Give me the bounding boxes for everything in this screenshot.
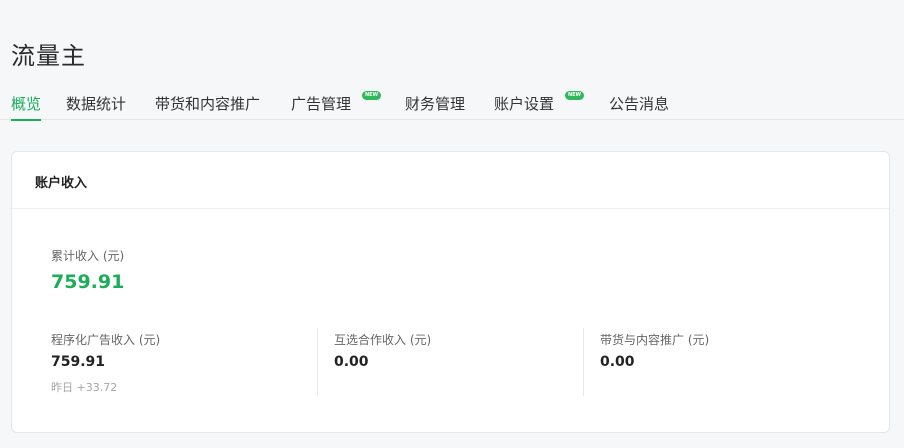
tab-account-settings[interactable]: 账户设置 NEW [494, 91, 584, 120]
tab-label: 公告消息 [609, 95, 670, 113]
tab-label: 广告管理 [291, 95, 352, 113]
card-title: 账户收入 [12, 152, 889, 209]
page: 流量主 概览 数据统计 带货和内容推广 广告管理 NEW 财务管理 账户设置 N… [0, 0, 904, 448]
programmatic-ad-income-label: 程序化广告收入 (元) [51, 333, 161, 347]
tab-label: 带货和内容推广 [155, 95, 261, 113]
mutual-selection-income-label: 互选合作收入 (元) [334, 333, 432, 347]
tab-ad-management[interactable]: 广告管理 NEW [291, 91, 381, 120]
tab-label: 账户设置 [494, 95, 555, 113]
yesterday-change: 昨日 +33.72 [51, 381, 118, 394]
tab-bar: 概览 数据统计 带货和内容推广 广告管理 NEW 财务管理 账户设置 NEW 公… [0, 88, 904, 121]
tab-data-statistics[interactable]: 数据统计 [66, 93, 126, 120]
tab-label: 概览 [11, 95, 42, 113]
tab-announcements[interactable]: 公告消息 [609, 93, 669, 120]
tab-label: 财务管理 [405, 95, 466, 113]
total-income-value: 759.91 [51, 271, 125, 293]
new-badge: NEW [362, 91, 381, 100]
total-income-label: 累计收入 (元) [51, 249, 125, 263]
tab-overview[interactable]: 概览 [11, 93, 42, 121]
tab-goods-content-promotion[interactable]: 带货和内容推广 [155, 93, 260, 120]
divider [583, 328, 584, 396]
goods-content-promotion-value: 0.00 [600, 354, 635, 370]
mutual-selection-income-value: 0.00 [334, 354, 369, 370]
programmatic-ad-income-value: 759.91 [51, 354, 106, 370]
account-income-card: 账户收入 累计收入 (元) 759.91 程序化广告收入 (元) 759.91 … [11, 151, 890, 433]
goods-content-promotion-label: 带货与内容推广 (元) [600, 333, 710, 347]
tab-label: 数据统计 [66, 95, 127, 113]
page-title: 流量主 [11, 42, 86, 70]
divider [317, 328, 318, 396]
new-badge: NEW [565, 91, 584, 100]
tab-finance-management[interactable]: 财务管理 [405, 93, 465, 120]
